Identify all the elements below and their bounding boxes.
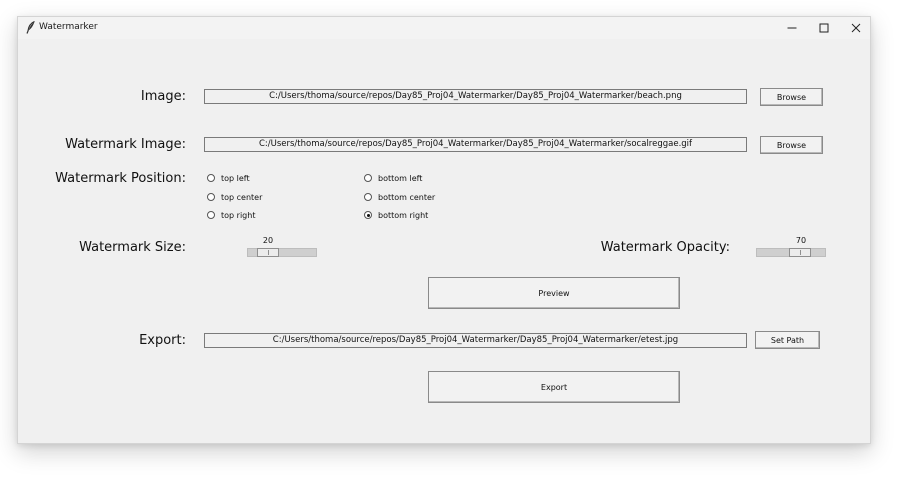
set-path-button[interactable]: Set Path xyxy=(755,331,820,349)
radio-top-right[interactable]: top right xyxy=(207,209,255,221)
opacity-value: 70 xyxy=(795,236,807,245)
radio-bottom-right[interactable]: bottom right xyxy=(364,209,428,221)
image-browse-button[interactable]: Browse xyxy=(760,88,823,106)
image-label: Image: xyxy=(140,89,186,104)
image-path-field[interactable]: C:/Users/thoma/source/repos/Day85_Proj04… xyxy=(204,89,747,104)
watermark-image-label: Watermark Image: xyxy=(65,137,186,152)
radio-label: top left xyxy=(221,173,250,183)
watermark-browse-button[interactable]: Browse xyxy=(760,136,823,154)
minimize-icon xyxy=(787,27,797,29)
app-window: Watermarker Image: C:/Users/thoma/source… xyxy=(17,16,871,444)
radio-label: top center xyxy=(221,192,263,202)
feather-icon xyxy=(26,21,35,34)
watermark-size-label: Watermark Size: xyxy=(79,240,186,255)
radio-label: bottom left xyxy=(378,173,423,183)
radio-label: top right xyxy=(221,210,256,220)
radio-bottom-center[interactable]: bottom center xyxy=(364,191,435,203)
title-bar[interactable]: Watermarker xyxy=(18,17,870,39)
size-value: 20 xyxy=(262,236,274,245)
close-button[interactable] xyxy=(840,17,872,39)
radio-top-left[interactable]: top left xyxy=(207,172,250,184)
window-title: Watermarker xyxy=(39,22,98,32)
opacity-slider[interactable] xyxy=(756,248,826,257)
radio-indicator xyxy=(207,174,215,182)
export-label: Export: xyxy=(139,333,186,348)
maximize-icon xyxy=(819,23,829,33)
minimize-button[interactable] xyxy=(776,17,808,39)
radio-indicator xyxy=(207,193,215,201)
export-button[interactable]: Export xyxy=(428,371,680,403)
maximize-button[interactable] xyxy=(808,17,840,39)
radio-top-center[interactable]: top center xyxy=(207,191,262,203)
radio-indicator-selected xyxy=(364,211,372,219)
close-icon xyxy=(851,23,861,33)
opacity-slider-handle[interactable] xyxy=(789,248,812,257)
radio-label: bottom right xyxy=(378,210,429,220)
radio-indicator xyxy=(364,193,372,201)
radio-bottom-left[interactable]: bottom left xyxy=(364,172,422,184)
export-path-field[interactable]: C:/Users/thoma/source/repos/Day85_Proj04… xyxy=(204,333,747,348)
radio-indicator xyxy=(364,174,372,182)
watermark-path-field[interactable]: C:/Users/thoma/source/repos/Day85_Proj04… xyxy=(204,137,747,152)
size-slider[interactable] xyxy=(247,248,317,257)
watermark-opacity-label: Watermark Opacity: xyxy=(600,240,730,255)
size-slider-handle[interactable] xyxy=(257,248,280,257)
watermark-position-label: Watermark Position: xyxy=(55,171,186,186)
preview-button[interactable]: Preview xyxy=(428,277,680,309)
radio-label: bottom center xyxy=(378,192,436,202)
radio-indicator xyxy=(207,211,215,219)
